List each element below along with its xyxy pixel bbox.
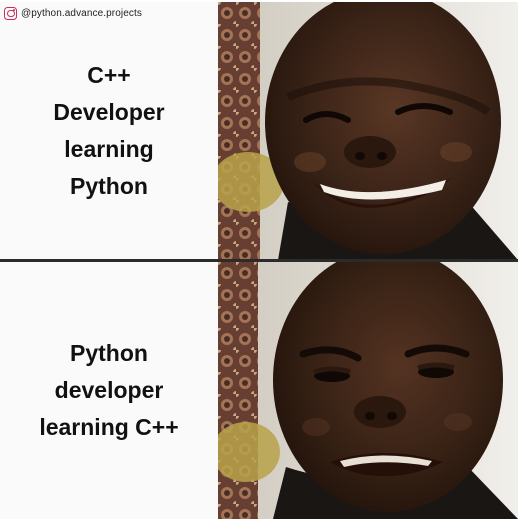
panel-divider <box>0 259 518 262</box>
disappointed-face-illustration <box>218 262 518 519</box>
credit-handle: @python.advance.projects <box>21 7 142 19</box>
credit-watermark: @python.advance.projects <box>4 4 142 22</box>
smiling-face-illustration <box>218 2 518 260</box>
instagram-icon <box>4 6 17 20</box>
panel-top: C++ Developer learning Python <box>0 2 518 260</box>
caption-area-bottom: Python developer learning C++ <box>0 262 218 519</box>
photo-smiling <box>218 2 518 260</box>
caption-top: C++ Developer learning Python <box>53 62 165 199</box>
caption-area-top: C++ Developer learning Python <box>0 2 218 260</box>
caption-bottom: Python developer learning C++ <box>39 340 179 440</box>
photo-disappointed <box>218 262 518 519</box>
panel-bottom: Python developer learning C++ <box>0 262 518 519</box>
meme-image: @python.advance.projects C++ Developer l… <box>0 0 518 519</box>
